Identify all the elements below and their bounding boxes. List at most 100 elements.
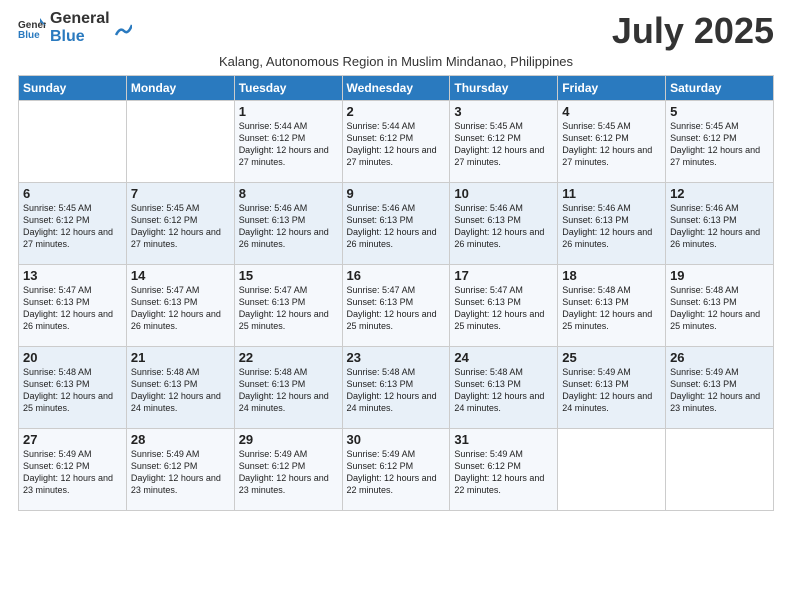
calendar-cell: 3Sunrise: 5:45 AM Sunset: 6:12 PM Daylig… <box>450 101 558 183</box>
subtitle: Kalang, Autonomous Region in Muslim Mind… <box>18 54 774 69</box>
day-number: 30 <box>347 432 446 447</box>
day-info: Sunrise: 5:45 AM Sunset: 6:12 PM Dayligh… <box>454 120 553 169</box>
calendar-week-row: 6Sunrise: 5:45 AM Sunset: 6:12 PM Daylig… <box>19 183 774 265</box>
day-number: 4 <box>562 104 661 119</box>
day-info: Sunrise: 5:44 AM Sunset: 6:12 PM Dayligh… <box>347 120 446 169</box>
logo-icon: General Blue <box>18 14 46 42</box>
calendar-cell: 2Sunrise: 5:44 AM Sunset: 6:12 PM Daylig… <box>342 101 450 183</box>
day-info: Sunrise: 5:47 AM Sunset: 6:13 PM Dayligh… <box>23 284 122 333</box>
calendar-cell <box>126 101 234 183</box>
day-number: 5 <box>670 104 769 119</box>
day-info: Sunrise: 5:48 AM Sunset: 6:13 PM Dayligh… <box>347 366 446 415</box>
calendar-table: SundayMondayTuesdayWednesdayThursdayFrid… <box>18 75 774 511</box>
calendar-cell: 4Sunrise: 5:45 AM Sunset: 6:12 PM Daylig… <box>558 101 666 183</box>
day-number: 15 <box>239 268 338 283</box>
month-title: July 2025 <box>612 10 774 52</box>
calendar-cell: 12Sunrise: 5:46 AM Sunset: 6:13 PM Dayli… <box>666 183 774 265</box>
calendar-cell: 27Sunrise: 5:49 AM Sunset: 6:12 PM Dayli… <box>19 429 127 511</box>
day-number: 26 <box>670 350 769 365</box>
day-info: Sunrise: 5:44 AM Sunset: 6:12 PM Dayligh… <box>239 120 338 169</box>
calendar-cell: 13Sunrise: 5:47 AM Sunset: 6:13 PM Dayli… <box>19 265 127 347</box>
day-info: Sunrise: 5:45 AM Sunset: 6:12 PM Dayligh… <box>670 120 769 169</box>
day-number: 13 <box>23 268 122 283</box>
day-info: Sunrise: 5:45 AM Sunset: 6:12 PM Dayligh… <box>23 202 122 251</box>
calendar-cell: 9Sunrise: 5:46 AM Sunset: 6:13 PM Daylig… <box>342 183 450 265</box>
calendar-cell: 25Sunrise: 5:49 AM Sunset: 6:13 PM Dayli… <box>558 347 666 429</box>
day-info: Sunrise: 5:47 AM Sunset: 6:13 PM Dayligh… <box>239 284 338 333</box>
calendar-cell: 31Sunrise: 5:49 AM Sunset: 6:12 PM Dayli… <box>450 429 558 511</box>
day-info: Sunrise: 5:49 AM Sunset: 6:12 PM Dayligh… <box>23 448 122 497</box>
day-number: 10 <box>454 186 553 201</box>
day-info: Sunrise: 5:49 AM Sunset: 6:12 PM Dayligh… <box>347 448 446 497</box>
header-monday: Monday <box>126 76 234 101</box>
calendar-week-row: 1Sunrise: 5:44 AM Sunset: 6:12 PM Daylig… <box>19 101 774 183</box>
day-info: Sunrise: 5:45 AM Sunset: 6:12 PM Dayligh… <box>131 202 230 251</box>
calendar-cell: 20Sunrise: 5:48 AM Sunset: 6:13 PM Dayli… <box>19 347 127 429</box>
calendar-cell: 24Sunrise: 5:48 AM Sunset: 6:13 PM Dayli… <box>450 347 558 429</box>
day-info: Sunrise: 5:48 AM Sunset: 6:13 PM Dayligh… <box>670 284 769 333</box>
day-number: 29 <box>239 432 338 447</box>
day-number: 19 <box>670 268 769 283</box>
day-number: 18 <box>562 268 661 283</box>
calendar-cell: 6Sunrise: 5:45 AM Sunset: 6:12 PM Daylig… <box>19 183 127 265</box>
calendar-cell: 14Sunrise: 5:47 AM Sunset: 6:13 PM Dayli… <box>126 265 234 347</box>
day-info: Sunrise: 5:47 AM Sunset: 6:13 PM Dayligh… <box>454 284 553 333</box>
calendar-cell: 28Sunrise: 5:49 AM Sunset: 6:12 PM Dayli… <box>126 429 234 511</box>
svg-text:Blue: Blue <box>18 30 40 41</box>
header-thursday: Thursday <box>450 76 558 101</box>
header-saturday: Saturday <box>666 76 774 101</box>
calendar-week-row: 13Sunrise: 5:47 AM Sunset: 6:13 PM Dayli… <box>19 265 774 347</box>
calendar-cell: 10Sunrise: 5:46 AM Sunset: 6:13 PM Dayli… <box>450 183 558 265</box>
day-number: 25 <box>562 350 661 365</box>
day-info: Sunrise: 5:49 AM Sunset: 6:12 PM Dayligh… <box>454 448 553 497</box>
header-friday: Friday <box>558 76 666 101</box>
calendar-cell: 5Sunrise: 5:45 AM Sunset: 6:12 PM Daylig… <box>666 101 774 183</box>
day-info: Sunrise: 5:48 AM Sunset: 6:13 PM Dayligh… <box>454 366 553 415</box>
day-number: 20 <box>23 350 122 365</box>
header-sunday: Sunday <box>19 76 127 101</box>
day-number: 3 <box>454 104 553 119</box>
header: General Blue General Blue July 2025 <box>18 10 774 52</box>
calendar-cell: 21Sunrise: 5:48 AM Sunset: 6:13 PM Dayli… <box>126 347 234 429</box>
day-number: 17 <box>454 268 553 283</box>
day-info: Sunrise: 5:48 AM Sunset: 6:13 PM Dayligh… <box>239 366 338 415</box>
day-info: Sunrise: 5:49 AM Sunset: 6:13 PM Dayligh… <box>670 366 769 415</box>
day-info: Sunrise: 5:46 AM Sunset: 6:13 PM Dayligh… <box>347 202 446 251</box>
day-info: Sunrise: 5:49 AM Sunset: 6:12 PM Dayligh… <box>239 448 338 497</box>
day-info: Sunrise: 5:46 AM Sunset: 6:13 PM Dayligh… <box>670 202 769 251</box>
calendar-cell: 30Sunrise: 5:49 AM Sunset: 6:12 PM Dayli… <box>342 429 450 511</box>
day-info: Sunrise: 5:48 AM Sunset: 6:13 PM Dayligh… <box>131 366 230 415</box>
calendar-cell <box>558 429 666 511</box>
calendar-cell <box>666 429 774 511</box>
header-tuesday: Tuesday <box>234 76 342 101</box>
calendar-cell: 19Sunrise: 5:48 AM Sunset: 6:13 PM Dayli… <box>666 265 774 347</box>
calendar-cell: 11Sunrise: 5:46 AM Sunset: 6:13 PM Dayli… <box>558 183 666 265</box>
day-number: 16 <box>347 268 446 283</box>
day-number: 28 <box>131 432 230 447</box>
calendar-cell: 1Sunrise: 5:44 AM Sunset: 6:12 PM Daylig… <box>234 101 342 183</box>
calendar-week-row: 27Sunrise: 5:49 AM Sunset: 6:12 PM Dayli… <box>19 429 774 511</box>
logo: General Blue General Blue <box>18 10 132 45</box>
calendar-cell: 26Sunrise: 5:49 AM Sunset: 6:13 PM Dayli… <box>666 347 774 429</box>
day-info: Sunrise: 5:47 AM Sunset: 6:13 PM Dayligh… <box>347 284 446 333</box>
day-info: Sunrise: 5:46 AM Sunset: 6:13 PM Dayligh… <box>562 202 661 251</box>
calendar-cell: 17Sunrise: 5:47 AM Sunset: 6:13 PM Dayli… <box>450 265 558 347</box>
calendar-cell: 22Sunrise: 5:48 AM Sunset: 6:13 PM Dayli… <box>234 347 342 429</box>
day-number: 22 <box>239 350 338 365</box>
day-number: 6 <box>23 186 122 201</box>
day-number: 9 <box>347 186 446 201</box>
day-number: 31 <box>454 432 553 447</box>
day-info: Sunrise: 5:48 AM Sunset: 6:13 PM Dayligh… <box>562 284 661 333</box>
day-number: 12 <box>670 186 769 201</box>
calendar-cell: 18Sunrise: 5:48 AM Sunset: 6:13 PM Dayli… <box>558 265 666 347</box>
day-number: 2 <box>347 104 446 119</box>
day-number: 24 <box>454 350 553 365</box>
calendar-cell: 7Sunrise: 5:45 AM Sunset: 6:12 PM Daylig… <box>126 183 234 265</box>
day-info: Sunrise: 5:49 AM Sunset: 6:12 PM Dayligh… <box>131 448 230 497</box>
day-number: 21 <box>131 350 230 365</box>
day-info: Sunrise: 5:46 AM Sunset: 6:13 PM Dayligh… <box>454 202 553 251</box>
day-number: 27 <box>23 432 122 447</box>
day-number: 14 <box>131 268 230 283</box>
day-info: Sunrise: 5:47 AM Sunset: 6:13 PM Dayligh… <box>131 284 230 333</box>
calendar-cell: 8Sunrise: 5:46 AM Sunset: 6:13 PM Daylig… <box>234 183 342 265</box>
